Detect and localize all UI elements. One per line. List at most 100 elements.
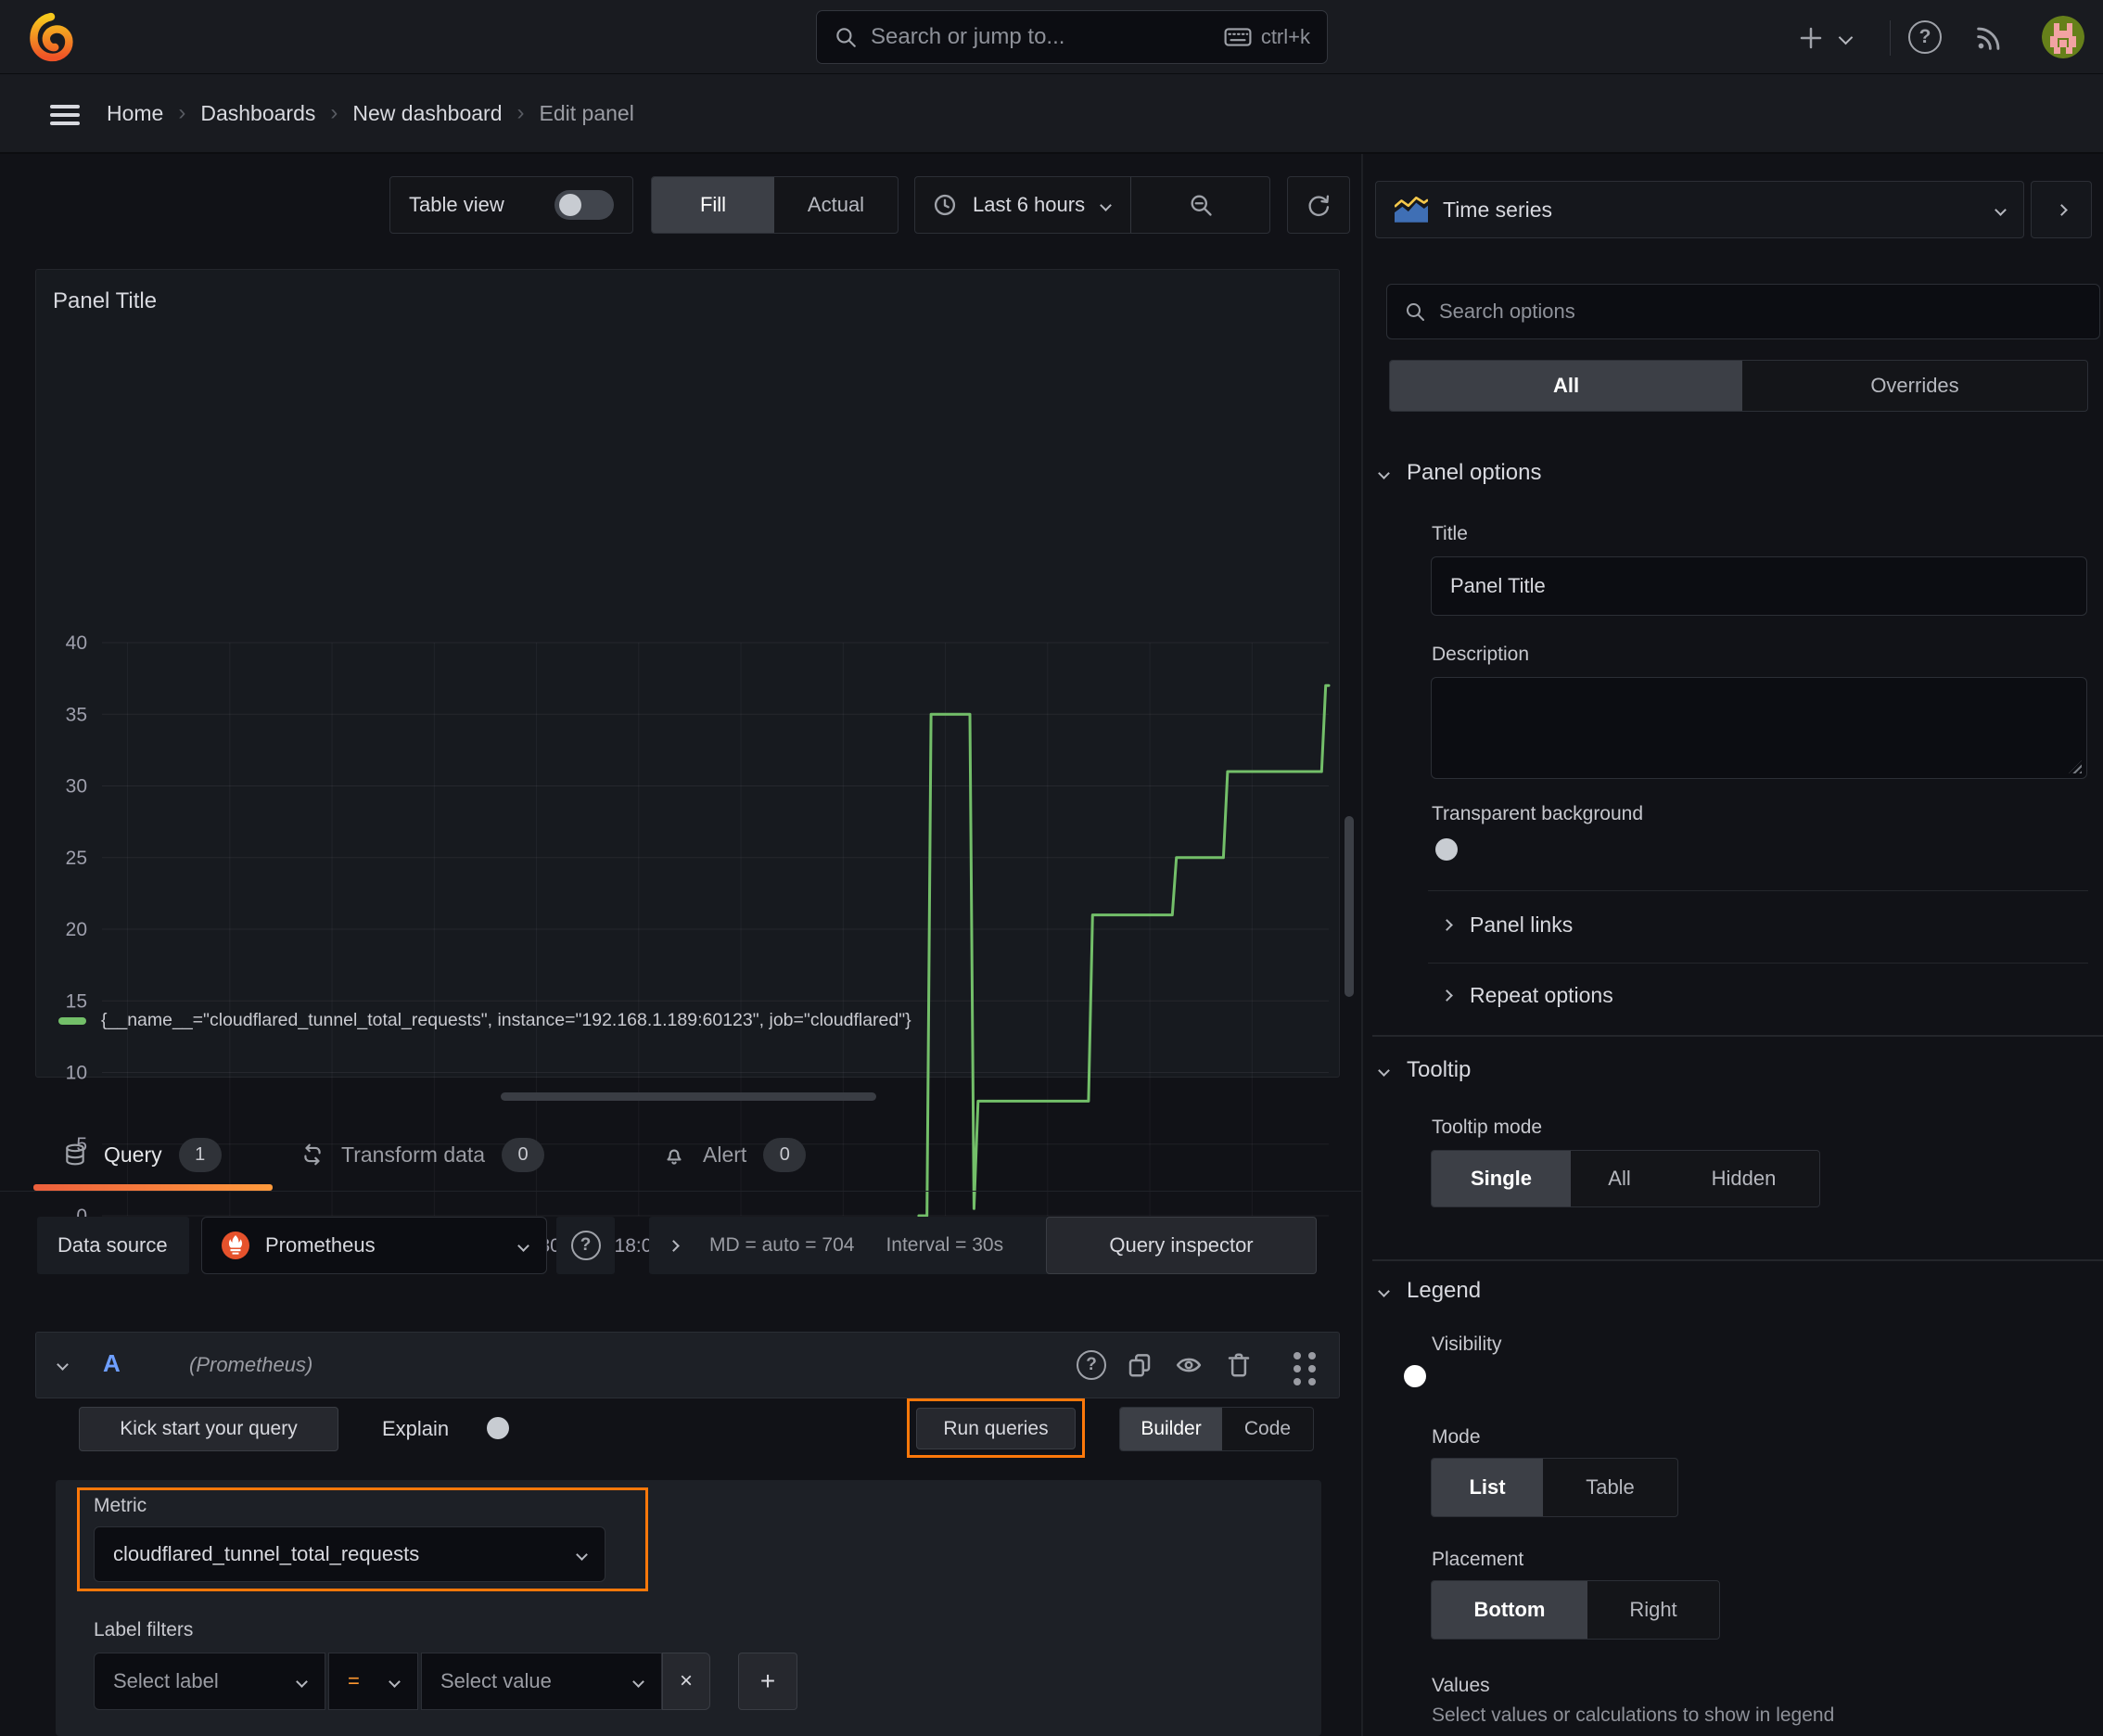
legend-right-option[interactable]: Right	[1587, 1581, 1719, 1639]
time-range-chevron-icon[interactable]	[1100, 198, 1112, 211]
datasource-help-button[interactable]: ?	[556, 1217, 615, 1274]
fill-option[interactable]: Fill	[652, 177, 774, 233]
datasource-picker[interactable]: Prometheus	[201, 1217, 547, 1274]
tooltip-all-option[interactable]: All	[1571, 1151, 1668, 1206]
tab-transform-data[interactable]: Transform data 0	[300, 1124, 545, 1185]
query-collapse-icon[interactable]	[57, 1359, 69, 1371]
drag-query-handle-icon[interactable]	[1294, 1352, 1301, 1359]
title-input[interactable]	[1431, 556, 2087, 616]
query-inspector-button[interactable]: Query inspector	[1046, 1217, 1317, 1274]
legend-list-option[interactable]: List	[1432, 1459, 1543, 1516]
metric-select[interactable]: cloudflared_tunnel_total_requests	[94, 1526, 605, 1582]
run-queries-button[interactable]: Run queries	[916, 1408, 1076, 1449]
zoom-out-icon[interactable]	[1131, 192, 1269, 218]
legend-visibility-label: Visibility	[1432, 1334, 1502, 1355]
breadcrumb-edit-panel: Edit panel	[539, 100, 634, 125]
repeat-options-header: Repeat options	[1470, 983, 1613, 1007]
svg-text:35: 35	[66, 704, 87, 725]
active-tab-underline	[33, 1184, 273, 1191]
legend-placement-group: Bottom Right	[1431, 1580, 1720, 1640]
panel-resize-handle[interactable]	[501, 1092, 876, 1101]
visualization-picker[interactable]: Time series	[1375, 181, 2024, 238]
description-field-label: Description	[1432, 644, 1530, 665]
panel-options-header: Panel options	[1407, 460, 1542, 485]
builder-option[interactable]: Builder	[1120, 1408, 1222, 1450]
toggle-visibility-icon[interactable]	[1175, 1351, 1203, 1379]
global-search[interactable]: Search or jump to... ctrl+k	[816, 10, 1328, 64]
query-ref-id: A	[103, 1349, 121, 1377]
select-label-dropdown[interactable]: Select label	[94, 1653, 325, 1710]
tab-alert[interactable]: Alert 0	[662, 1124, 807, 1185]
delete-query-icon[interactable]	[1225, 1351, 1253, 1379]
tooltip-hidden-option[interactable]: Hidden	[1668, 1151, 1819, 1206]
tab-overrides[interactable]: Overrides	[1742, 361, 2087, 411]
duplicate-query-icon[interactable]	[1126, 1351, 1153, 1379]
query-help-icon[interactable]: ?	[1077, 1350, 1106, 1380]
panel-links-header: Panel links	[1470, 913, 1574, 937]
user-avatar[interactable]	[2042, 16, 2084, 58]
pane-divider[interactable]	[1361, 154, 1363, 1736]
kick-start-query-button[interactable]: Kick start your query	[79, 1407, 338, 1451]
news-icon[interactable]	[1973, 22, 2005, 54]
tooltip-single-option[interactable]: Single	[1432, 1151, 1571, 1206]
panel-options-section[interactable]: Panel options	[1378, 460, 1542, 486]
svg-text:30: 30	[66, 776, 87, 798]
description-textarea[interactable]	[1431, 677, 2087, 779]
legend-bottom-option[interactable]: Bottom	[1432, 1581, 1587, 1639]
actual-option[interactable]: Actual	[774, 177, 898, 233]
textarea-resize-grip[interactable]	[2069, 760, 2082, 773]
svg-text:15: 15	[66, 990, 87, 1012]
refresh-button[interactable]	[1287, 176, 1350, 234]
tooltip-section[interactable]: Tooltip	[1378, 1057, 1471, 1083]
metric-chevron-icon	[576, 1548, 588, 1561]
legend-series-swatch[interactable]	[58, 1016, 86, 1025]
grafana-logo-icon[interactable]	[26, 12, 76, 62]
all-overrides-group: All Overrides	[1389, 360, 2088, 412]
add-new-chevron-icon[interactable]	[1838, 30, 1854, 45]
select-value-placeholder: Select value	[440, 1669, 552, 1692]
select-value-dropdown[interactable]: Select value	[421, 1653, 662, 1710]
legend-table-option[interactable]: Table	[1543, 1459, 1677, 1516]
search-options-input[interactable]: Search options	[1386, 284, 2100, 339]
bell-icon	[662, 1142, 686, 1167]
tab-alert-label: Alert	[703, 1142, 747, 1167]
operator-dropdown[interactable]: =	[328, 1653, 418, 1710]
legend-section[interactable]: Legend	[1378, 1278, 1481, 1304]
top-nav: Search or jump to... ctrl+k ?	[0, 0, 2103, 74]
tab-query-count: 1	[178, 1137, 222, 1172]
interval-stat: Interval = 30s	[886, 1234, 1004, 1256]
label-filters-label: Label filters	[94, 1619, 194, 1640]
time-range-label[interactable]: Last 6 hours	[973, 193, 1085, 217]
repeat-options-section[interactable]: Repeat options	[1441, 983, 1613, 1008]
query-editor-header[interactable]: A (Prometheus) ?	[35, 1332, 1340, 1398]
stats-expand-icon[interactable]	[668, 1239, 680, 1252]
help-circle-icon: ?	[570, 1231, 601, 1260]
add-new-icon[interactable]	[1797, 24, 1825, 52]
max-data-points-stat: MD = auto = 704	[709, 1234, 855, 1256]
metric-label: Metric	[94, 1495, 147, 1516]
panel-preview: Panel Title 051015202530354015:3016:0016…	[35, 269, 1340, 1257]
panel-links-section[interactable]: Panel links	[1441, 913, 1574, 938]
table-view-control: Table view	[389, 176, 633, 234]
tab-all[interactable]: All	[1390, 361, 1742, 411]
search-icon	[834, 25, 858, 49]
code-option[interactable]: Code	[1222, 1408, 1313, 1450]
legend-series-name[interactable]: {__name__="cloudflared_tunnel_total_requ…	[101, 1010, 911, 1031]
breadcrumb-new-dashboard[interactable]: New dashboard	[352, 101, 502, 126]
tab-query[interactable]: Query 1	[63, 1124, 222, 1185]
breadcrumb-dashboards[interactable]: Dashboards	[200, 101, 315, 126]
breadcrumb-home[interactable]: Home	[107, 101, 163, 126]
add-filter-button[interactable]: +	[738, 1653, 797, 1710]
remove-filter-button[interactable]: ×	[662, 1653, 710, 1710]
datasource-label: Data source	[37, 1217, 189, 1274]
left-pane-scrollbar[interactable]	[1345, 816, 1354, 997]
help-icon[interactable]: ?	[1908, 20, 1942, 54]
database-icon	[63, 1142, 87, 1168]
tab-transform-label: Transform data	[341, 1142, 486, 1167]
collapse-options-button[interactable]	[2031, 181, 2092, 238]
explain-label: Explain	[382, 1417, 450, 1440]
chart-legend: {__name__="cloudflared_tunnel_total_requ…	[58, 1010, 911, 1031]
table-view-toggle[interactable]	[554, 190, 614, 220]
title-field-label: Title	[1432, 523, 1468, 544]
menu-toggle-icon[interactable]	[50, 100, 80, 130]
